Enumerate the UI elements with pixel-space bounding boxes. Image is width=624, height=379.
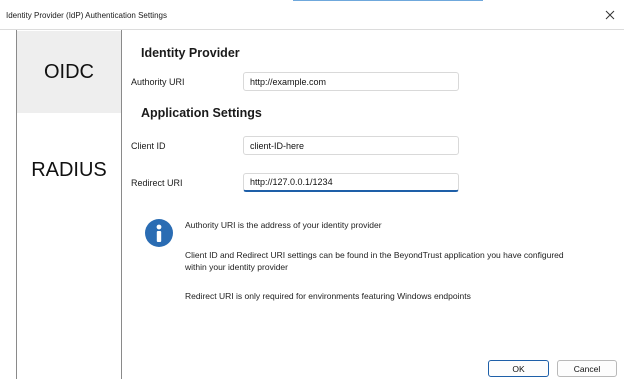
info-redirect-text: Redirect URI is only required for enviro… xyxy=(185,291,471,301)
application-settings-heading: Application Settings xyxy=(141,106,262,120)
info-client-text: Client ID and Redirect URI settings can … xyxy=(185,250,564,272)
info-glyph xyxy=(156,224,162,242)
cancel-button[interactable]: Cancel xyxy=(557,360,617,377)
client-id-label: Client ID xyxy=(131,141,166,151)
title-bar: Identity Provider (IdP) Authentication S… xyxy=(0,0,624,30)
close-icon xyxy=(605,10,615,20)
ok-button[interactable]: OK xyxy=(488,360,549,377)
nav-item-radius[interactable]: RADIUS xyxy=(17,130,121,210)
settings-panel: Identity Provider Authority URI Applicat… xyxy=(122,30,624,379)
client-id-input[interactable] xyxy=(243,136,459,155)
info-authority-text: Authority URI is the address of your ide… xyxy=(185,220,382,230)
nav-item-label: OIDC xyxy=(44,60,94,83)
info-icon xyxy=(145,219,173,247)
identity-provider-heading: Identity Provider xyxy=(141,46,240,60)
redirect-uri-label: Redirect URI xyxy=(131,178,183,188)
auth-type-nav: OIDC RADIUS xyxy=(16,30,122,379)
window-title: Identity Provider (IdP) Authentication S… xyxy=(6,11,167,20)
settings-dialog: Identity Provider (IdP) Authentication S… xyxy=(0,0,624,379)
nav-item-oidc[interactable]: OIDC xyxy=(17,31,121,113)
authority-uri-input[interactable] xyxy=(243,72,459,91)
redirect-uri-input[interactable] xyxy=(243,173,459,192)
nav-item-label: RADIUS xyxy=(31,158,107,181)
close-button[interactable] xyxy=(600,5,620,25)
authority-uri-label: Authority URI xyxy=(131,77,185,87)
